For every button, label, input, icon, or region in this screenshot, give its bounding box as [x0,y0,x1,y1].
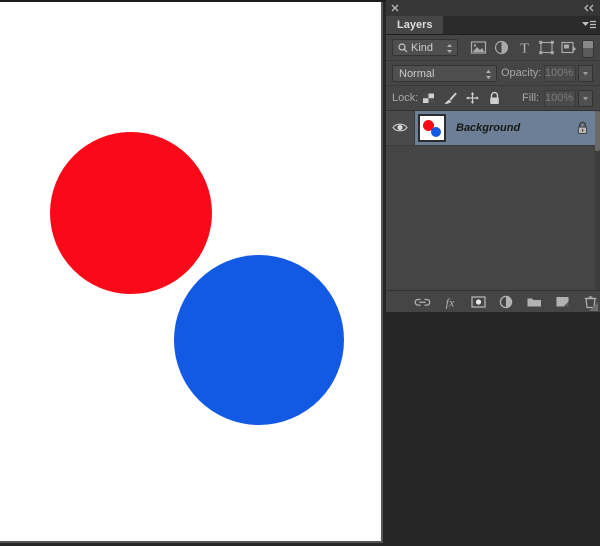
document-canvas-area [0,0,386,546]
shape-icon[interactable] [538,40,555,55]
lock-label: Lock: [392,92,419,104]
opacity-input[interactable]: 100% [544,65,576,82]
mask-icon[interactable] [470,294,487,310]
scrollbar-thumb[interactable] [595,111,600,151]
panel-resize-grip[interactable] [588,301,599,312]
panel-tabstrip: Layers [386,16,600,35]
close-icon[interactable] [389,2,401,14]
lock-icon[interactable] [576,121,589,135]
filter-enable-toggle[interactable] [582,40,594,58]
eye-icon[interactable] [392,122,408,133]
svg-text:T: T [520,42,529,56]
search-icon [398,43,408,53]
blend-mode-label: Normal [399,68,435,80]
layer-visibility-cell[interactable] [386,111,415,145]
move-icon[interactable] [465,91,480,105]
panel-menu-icon[interactable] [582,20,596,31]
type-icon[interactable]: T [516,40,533,57]
panel-titlebar [386,0,600,16]
layer-thumbnail[interactable] [418,114,446,142]
right-dock: Layers Kind T Normal Opacity: 100% Lock:… [386,0,600,546]
layer-list: Background [386,111,600,290]
chevron-updown-icon[interactable] [446,43,453,54]
brush-icon[interactable] [443,91,458,105]
adjustment-icon[interactable] [498,294,515,310]
image-icon[interactable] [470,40,487,55]
dock-empty-area [386,312,600,546]
blend-mode-row: Normal Opacity: 100% [386,61,600,86]
table-row[interactable]: Background [386,111,600,146]
layers-panel-body: Kind T Normal Opacity: 100% Lock: Fill: … [386,35,600,324]
canvas-sheet[interactable] [0,2,383,543]
filter-kind-select[interactable]: Kind [392,39,458,56]
filter-kind-label: Kind [411,42,434,54]
opacity-dropdown-arrow[interactable] [578,65,593,82]
fx-icon[interactable]: fx [442,294,459,310]
collapse-panel-icon[interactable] [582,3,596,13]
checkerboard-icon[interactable] [421,91,436,105]
red-circle-shape[interactable] [50,132,212,294]
new-layer-icon[interactable] [554,294,571,310]
folder-icon[interactable] [526,294,543,310]
svg-text:fx: fx [446,296,455,310]
link-icon[interactable] [414,294,431,310]
fill-dropdown-arrow[interactable] [578,90,593,107]
thumbnail-blue-dot [431,127,441,137]
opacity-label: Opacity: [501,67,542,79]
layers-panel-bottom-toolbar: fx [386,290,600,313]
smart-object-icon[interactable] [560,40,577,55]
lock-icon[interactable] [487,91,502,105]
layer-filter-row: Kind T [386,35,600,61]
blend-mode-select[interactable]: Normal [392,65,497,82]
adjustment-icon[interactable] [493,40,510,55]
tab-layers[interactable]: Layers [386,16,444,34]
layer-name-label[interactable]: Background [456,122,520,134]
chevron-updown-icon[interactable] [485,69,492,80]
blue-circle-shape[interactable] [174,255,344,425]
fill-input[interactable]: 100% [544,90,576,107]
layer-list-scrollbar[interactable] [595,111,600,290]
lock-row: Lock: Fill: 100% [386,86,600,111]
fill-label: Fill: [522,92,540,104]
